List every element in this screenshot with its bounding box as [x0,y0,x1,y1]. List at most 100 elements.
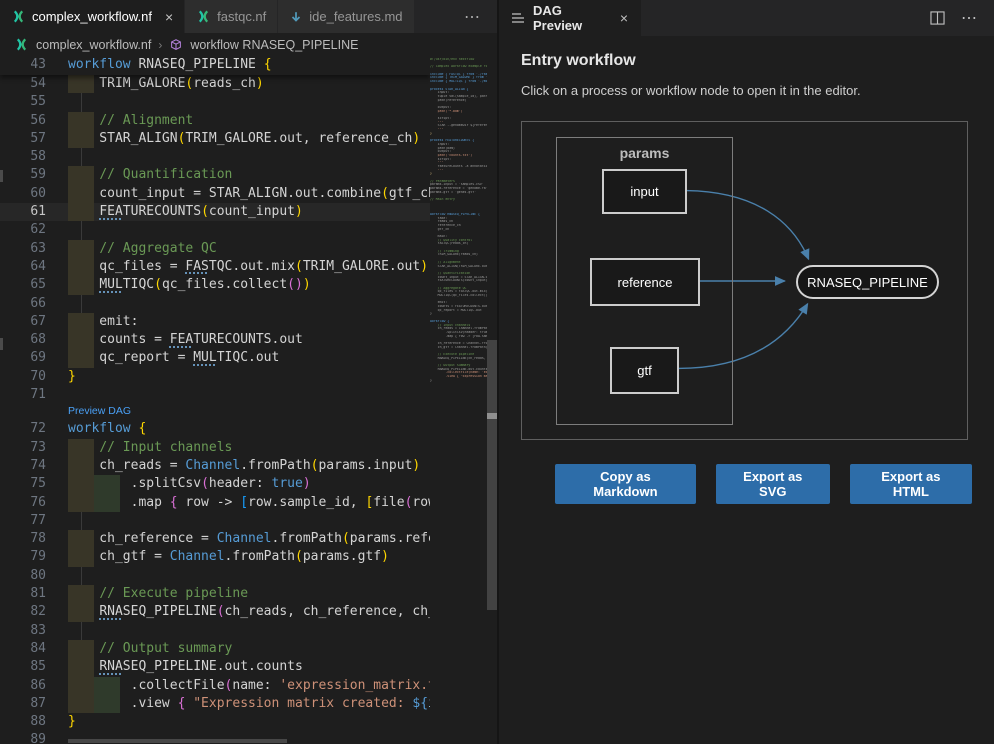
editor-tab-complex_workflow.nf[interactable]: complex_workflow.nf × [0,0,185,33]
line-number: 54 [0,75,68,93]
code-line: 79 ch_gtf = Channel.fromPath(params.gtf) [0,548,430,566]
line-number: 61 [0,203,68,221]
line-number: 82 [0,603,68,621]
line-number: 74 [0,457,68,475]
code-line: 82 RNASEQ_PIPELINE(ch_reads, ch_referenc… [0,603,430,621]
line-number: 65 [0,276,68,294]
code-line: 54 TRIM_GALORE(reads_ch) [0,75,430,93]
code-line: 66 [0,295,430,313]
code-line: 72workflow { [0,420,430,438]
code-line: 60 count_input = STAR_ALIGN.out.combine(… [0,185,430,203]
code-line: 69 qc_report = MULTIQC.out [0,349,430,367]
split-editor-icon[interactable] [930,11,945,25]
line-number: 55 [0,93,68,111]
code-line: 74 ch_reads = Channel.fromPath(params.in… [0,457,430,475]
line-number: 68 [0,331,68,349]
code-line: 62 [0,221,430,239]
params-group-label: params [557,145,732,161]
panel-tab-label: DAG Preview [533,3,607,33]
line-number: 60 [0,185,68,203]
sticky-scroll-line[interactable]: 43workflow RNASEQ_PIPELINE { [0,56,430,75]
line-number: 85 [0,658,68,676]
scrollbar-thumb[interactable] [487,340,497,610]
panel-heading: Entry workflow [521,52,972,70]
line-number: 71 [0,386,68,404]
line-number: 76 [0,494,68,512]
tab-dag-preview[interactable]: DAG Preview × [499,0,641,36]
codelens-preview-dag[interactable]: Preview DAG [0,404,430,420]
line-number: 79 [0,548,68,566]
horizontal-scrollbar[interactable] [68,739,287,743]
code-line: 67 emit: [0,313,430,331]
line-number: 87 [0,695,68,713]
nextflow-icon [14,37,29,52]
line-number: 43 [0,56,68,74]
line-number: 84 [0,640,68,658]
tab-overflow-icon[interactable]: ⋯ [464,7,481,27]
symbol-workflow-icon [169,38,183,52]
vertical-scrollbar[interactable] [487,56,497,744]
line-number: 75 [0,475,68,493]
code-line: 78 ch_reference = Channel.fromPath(param… [0,530,430,548]
code-line: 63 // Aggregate QC [0,240,430,258]
export-as-html-button[interactable]: Export as HTML [850,464,972,504]
preview-list-icon [512,13,524,23]
panel-tab-bar: DAG Preview × ⋯ [499,0,994,36]
node-input[interactable]: input [602,169,687,214]
code-line: 80 [0,567,430,585]
nextflow-icon [11,9,26,24]
breadcrumb-file[interactable]: complex_workflow.nf [36,38,151,52]
dag-diagram: params input reference gtf RNASEQ_PIPELI… [521,121,968,440]
line-number: 56 [0,112,68,130]
minimap[interactable]: #!/usr/bin/env nextflow// Complex workfl… [430,56,487,744]
code-line: 81 // Execute pipeline [0,585,430,603]
code-line: 77 [0,512,430,530]
line-number: 67 [0,313,68,331]
code-line: 73 // Input channels [0,439,430,457]
line-number: 89 [0,731,68,744]
tab-label: complex_workflow.nf [32,9,152,24]
line-number: 78 [0,530,68,548]
code-line: 76 .map { row -> [row.sample_id, [file(r… [0,494,430,512]
tab-label: ide_features.md [309,9,402,24]
editor-tab-fastqc.nf[interactable]: fastqc.nf [185,0,278,33]
dag-preview-panel: DAG Preview × ⋯ Entry workflow Click on … [499,0,994,744]
editor-tab-bar: complex_workflow.nf × fastqc.nf ide_feature… [0,0,497,33]
code-line: 88} [0,713,430,731]
code-line: 57 STAR_ALIGN(TRIM_GALORE.out, reference… [0,130,430,148]
code-line: 85 RNASEQ_PIPELINE.out.counts [0,658,430,676]
line-number: 57 [0,130,68,148]
code-line: 64 qc_files = FASTQC.out.mix(TRIM_GALORE… [0,258,430,276]
code-line: 65 MULTIQC(qc_files.collect()) [0,276,430,294]
export-as-svg-button[interactable]: Export as SVG [716,464,830,504]
export-buttons: Copy as Markdown Export as SVG Export as… [555,464,972,504]
line-number: 88 [0,713,68,731]
code-line: 43workflow RNASEQ_PIPELINE { [0,56,430,74]
code-line: 61 FEATURECOUNTS(count_input) [0,203,430,221]
line-number: 70 [0,368,68,386]
markdown-icon [289,10,303,24]
line-number: 72 [0,420,68,438]
line-number: 81 [0,585,68,603]
node-gtf[interactable]: gtf [610,347,679,394]
nextflow-icon [196,9,211,24]
breadcrumb-symbol[interactable]: workflow RNASEQ_PIPELINE [190,38,358,52]
more-actions-icon[interactable]: ⋯ [961,8,978,28]
overview-ruler-mark [487,413,497,419]
code-lines: 54 TRIM_GALORE(reads_ch)5556 // Alignmen… [0,75,430,744]
line-number: 63 [0,240,68,258]
editor-tab-ide_features.md[interactable]: ide_features.md [278,0,414,33]
code-line: 59 // Quantification [0,166,430,184]
node-reference[interactable]: reference [590,258,700,306]
line-number: 73 [0,439,68,457]
close-icon[interactable]: × [165,10,173,24]
code-area[interactable]: 43workflow RNASEQ_PIPELINE { 54 TRIM_GAL… [0,56,430,744]
code-line: 83 [0,622,430,640]
code-editor[interactable]: 43workflow RNASEQ_PIPELINE { 54 TRIM_GAL… [0,56,497,744]
copy-as-markdown-button[interactable]: Copy as Markdown [555,464,696,504]
breadcrumb: complex_workflow.nf › workflow RNASEQ_PI… [0,33,497,56]
close-icon[interactable]: × [620,10,628,26]
line-number: 58 [0,148,68,166]
line-number: 69 [0,349,68,367]
node-rnaseq-pipeline[interactable]: RNASEQ_PIPELINE [796,265,939,299]
